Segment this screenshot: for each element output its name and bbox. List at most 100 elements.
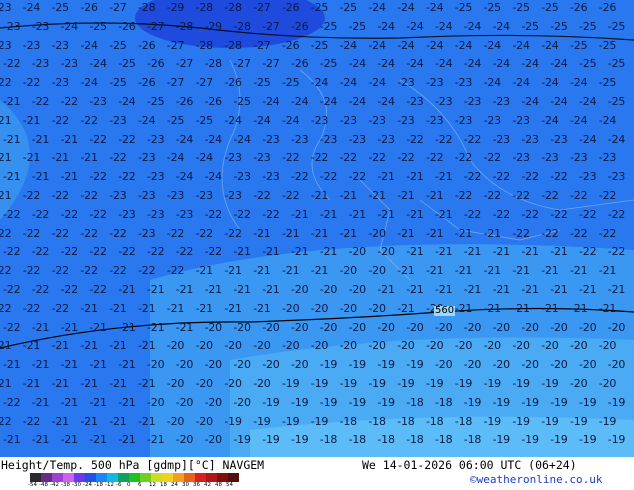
temperature-value: -22: [454, 151, 473, 165]
temperature-value: -18: [426, 414, 444, 428]
legend-tick: -12: [105, 482, 114, 488]
temperature-value: -25: [51, 1, 70, 14]
temperature-value: -21: [147, 320, 165, 334]
temperature-value: -22: [598, 189, 617, 202]
temperature-value: -24: [377, 19, 395, 33]
temperature-value: -22: [253, 189, 271, 202]
temperature-value: -20: [570, 377, 588, 390]
temperature-value: -20: [175, 433, 194, 447]
temperature-value: -24: [483, 76, 502, 90]
temperature-value: -24: [492, 57, 511, 71]
temperature-value: -20: [204, 320, 223, 334]
temperature-value: -21: [80, 414, 98, 428]
temperature-value: -24: [483, 38, 502, 52]
temperature-value: -24: [579, 132, 597, 146]
temperature-value: -20: [339, 301, 358, 315]
temperature-value: -23: [22, 38, 41, 52]
temperature-value: -22: [598, 226, 617, 240]
temperature-value: -23: [31, 57, 50, 71]
temperature-value: -21: [224, 264, 242, 278]
temperature-value: -21: [31, 358, 50, 372]
legend-tick: -24: [83, 482, 92, 488]
temperature-value: -23: [512, 151, 530, 165]
credit-link[interactable]: ©weatheronline.co.uk: [470, 474, 602, 486]
temperature-value: -27: [166, 38, 185, 52]
temperature-value: -24: [175, 132, 194, 146]
temperature-value: -24: [262, 95, 280, 108]
temperature-value: -24: [426, 38, 444, 52]
temperature-value: -21: [138, 377, 156, 390]
legend-swatch: [41, 473, 52, 482]
temperature-value: -20: [175, 358, 194, 372]
temperature-value: -20: [233, 395, 251, 409]
temperature-value: -22: [31, 283, 50, 296]
temperature-value: -19: [579, 395, 597, 409]
temperature-value: -24: [492, 19, 511, 33]
temperature-value: -21: [51, 377, 70, 390]
temperature-value: -20: [377, 245, 395, 259]
temperature-value: -22: [51, 301, 70, 315]
temperature-value: -20: [492, 320, 511, 334]
temperature-value: -20: [195, 414, 214, 428]
temperature-value: -22: [483, 189, 502, 202]
temperature-value: -21: [463, 283, 482, 296]
temperature-value: -24: [22, 1, 41, 14]
temperature-value: -24: [80, 38, 98, 52]
legend-swatch: [85, 473, 96, 482]
temperature-value: -22: [0, 301, 12, 315]
temperature-value: -24: [282, 113, 300, 127]
temperature-value: -25: [579, 57, 597, 71]
temperature-value: -23: [109, 189, 127, 202]
temperature-value: -26: [291, 57, 309, 71]
temperature-value: -21: [435, 283, 453, 296]
temperature-value: -20: [607, 320, 626, 334]
temperature-value: -26: [80, 1, 98, 14]
temperature-value: -23: [492, 132, 511, 146]
temperature-value: -23: [118, 207, 136, 221]
temperature-value: -21: [31, 132, 50, 146]
temperature-value: -22: [310, 151, 329, 165]
temperature-value: -25: [521, 19, 539, 33]
temperature-value: -20: [282, 301, 300, 315]
temperature-value: -27: [166, 76, 185, 90]
temperature-value: -18: [454, 414, 473, 428]
temperature-value: -21: [118, 320, 136, 334]
temperature-value: -22: [89, 245, 107, 259]
temperature-value: -26: [570, 1, 588, 14]
temperature-value: -23: [406, 95, 424, 108]
temperature-value: -20: [233, 320, 251, 334]
temperature-value: -24: [435, 19, 453, 33]
temperature-value: -22: [22, 301, 41, 315]
valid-time: We 14-01-2026 06:00 UTC (06+24): [362, 458, 577, 472]
temperature-value: -22: [60, 207, 79, 221]
temperature-value: -23: [570, 151, 588, 165]
temperature-value: -21: [80, 151, 98, 165]
temperature-value: -27: [175, 57, 194, 71]
temperature-value: -25: [598, 76, 617, 90]
legend-tick: -6: [116, 482, 122, 488]
temperature-value: -23: [483, 113, 502, 127]
temperature-value: -22: [3, 320, 21, 334]
temperature-value: -20: [224, 339, 242, 353]
temperature-value: -18: [406, 433, 424, 447]
temperature-value: -28: [195, 38, 214, 52]
temperature-value: -22: [22, 189, 41, 202]
temperature-value: -25: [319, 57, 338, 71]
temperature-value: -20: [310, 339, 329, 353]
temperature-value: -21: [3, 433, 21, 447]
temperature-value: -21: [550, 283, 568, 296]
temperature-value: -22: [492, 170, 511, 184]
temperature-value: -19: [406, 358, 424, 372]
temperature-value: -24: [570, 76, 588, 90]
temperature-value: -25: [598, 38, 617, 52]
temperature-value: -24: [319, 95, 338, 108]
temperature-value: -19: [368, 377, 386, 390]
temperature-value: -20: [463, 320, 482, 334]
temperature-value: -24: [60, 19, 79, 33]
temperature-value: -23: [147, 207, 165, 221]
temperature-value: -21: [262, 283, 280, 296]
temperature-value: -21: [339, 226, 358, 240]
temperature-value: -19: [291, 395, 309, 409]
temperature-value: -24: [118, 95, 136, 108]
legend-swatch: [96, 473, 107, 482]
